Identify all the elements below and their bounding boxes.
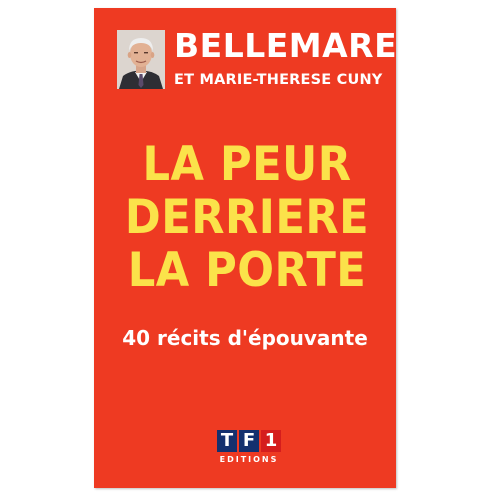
logo-letter-t: T — [217, 430, 237, 452]
logo-letter-1: 1 — [261, 430, 281, 452]
title-line-2: DERRIERE — [124, 190, 370, 245]
publisher-name: EDITIONS — [219, 455, 279, 464]
author-portrait-image — [117, 30, 165, 89]
tf1-logo: T F 1 — [212, 430, 286, 452]
publisher-logo: T F 1 EDITIONS — [212, 430, 286, 474]
book-subtitle: 40 récits d'épouvante — [122, 326, 368, 350]
title-line-3: LA PORTE — [127, 243, 367, 298]
title-line-1: LA PEUR — [142, 137, 352, 192]
page: BELLEMARE ET MARIE-THERESE CUNY LA PEUR … — [0, 0, 500, 500]
book-cover: BELLEMARE ET MARIE-THERESE CUNY LA PEUR … — [94, 8, 398, 488]
author-name: BELLEMARE — [174, 26, 398, 65]
coauthor-name: ET MARIE-THERESE CUNY — [174, 72, 383, 88]
logo-letter-f: F — [239, 430, 259, 452]
author-photo — [117, 30, 165, 89]
book-title: LA PEUR DERRIERE LA PORTE — [123, 138, 371, 297]
